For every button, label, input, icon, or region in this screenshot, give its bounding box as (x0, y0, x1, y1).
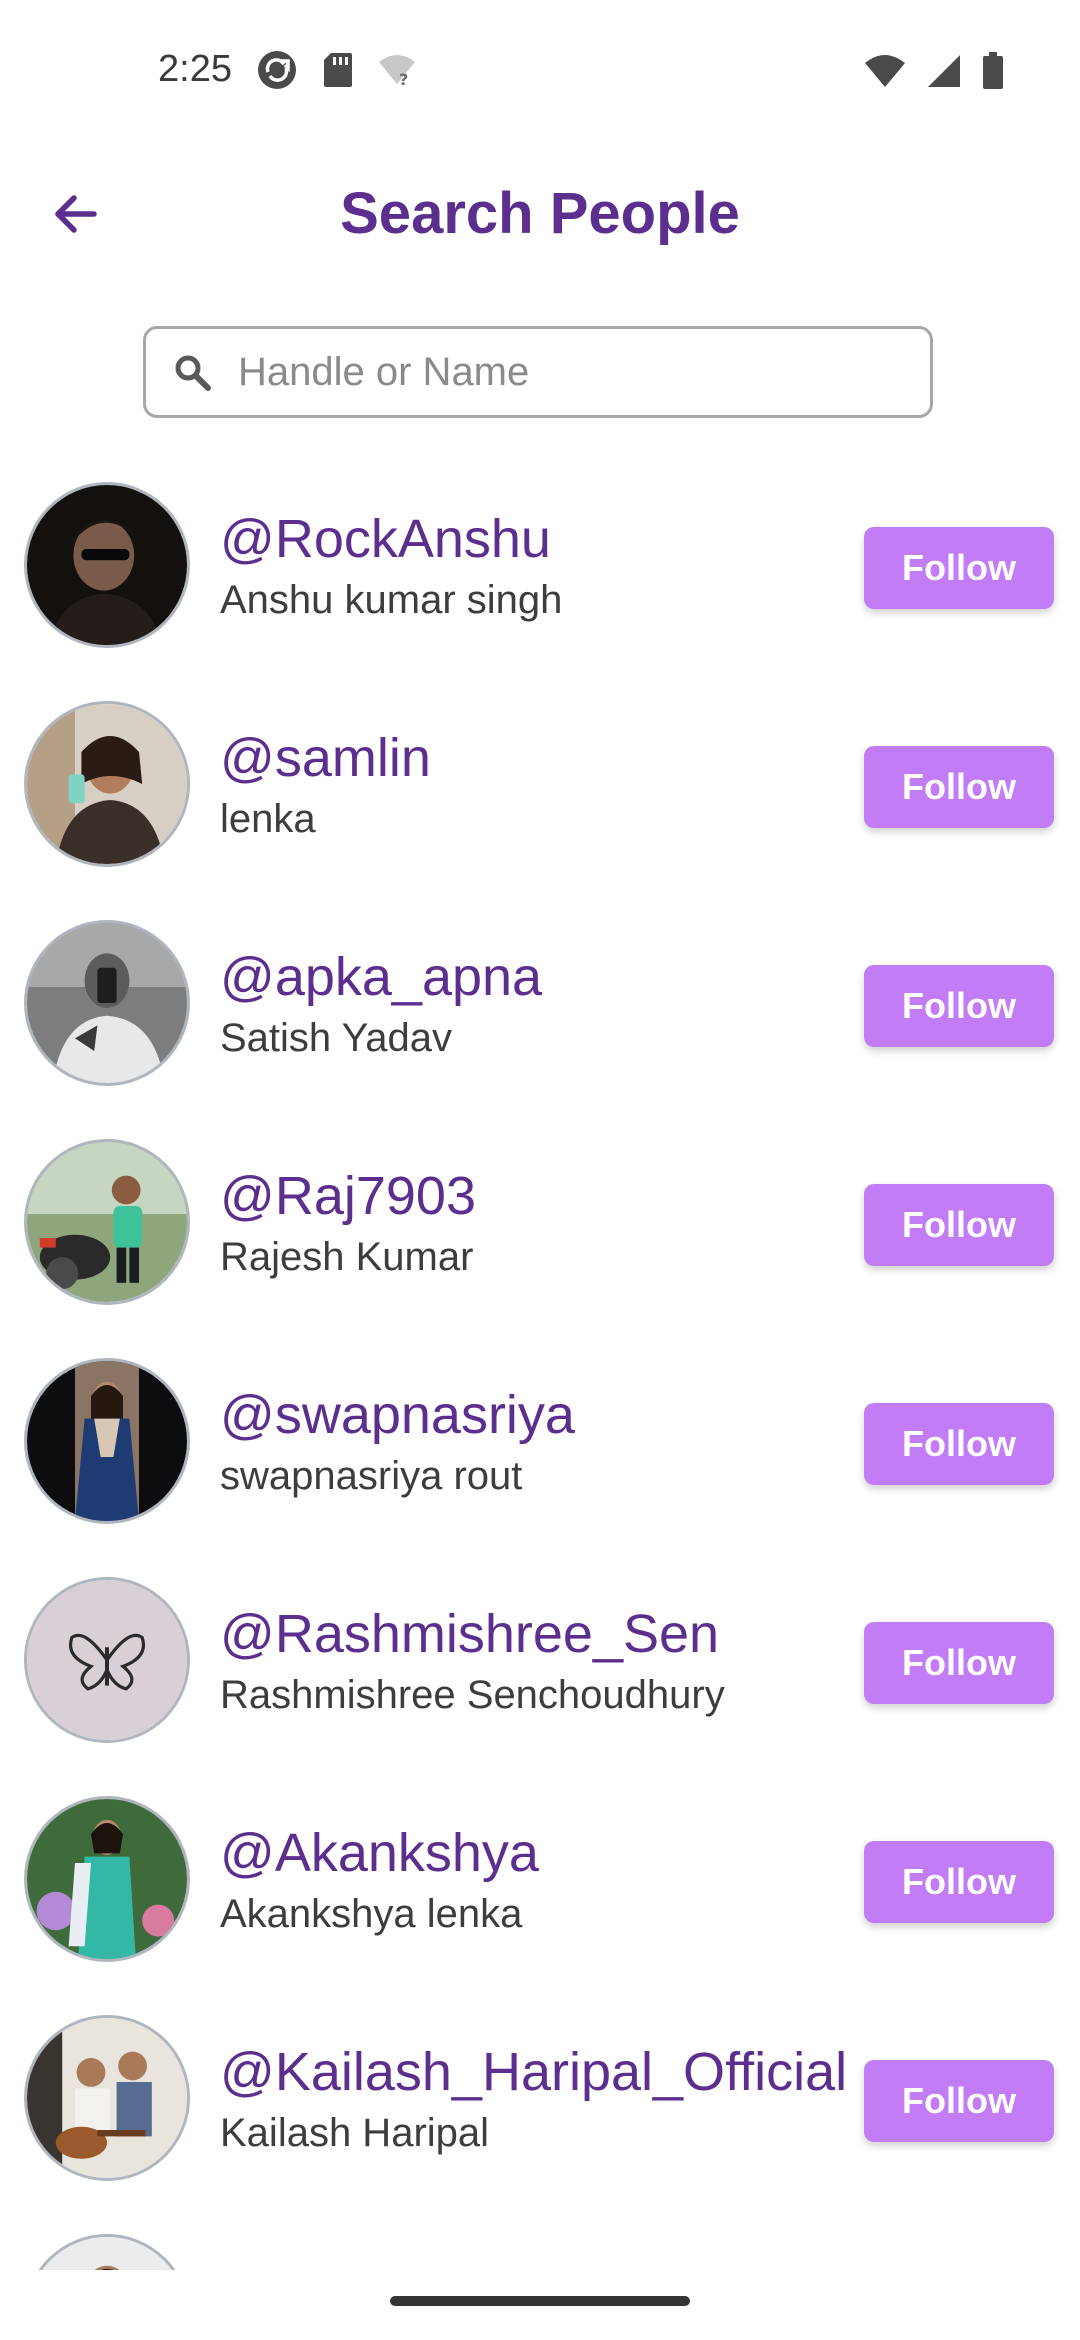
battery-icon (982, 52, 1004, 95)
follow-button[interactable]: Follow (864, 1841, 1054, 1923)
list-item[interactable]: @RockAnshu Anshu kumar singh Follow (0, 470, 1080, 689)
follow-button[interactable]: Follow (864, 1184, 1054, 1266)
app-bar: Search People (0, 140, 1080, 290)
wifi-question-icon: ? (377, 52, 417, 93)
list-item[interactable] (0, 2222, 1080, 2270)
user-handle: @Akankshya (220, 1823, 539, 1883)
status-bar: 2:25 ? (0, 0, 1080, 140)
user-handle: @samlin (220, 728, 431, 788)
follow-button[interactable]: Follow (864, 2060, 1054, 2142)
avatar[interactable] (24, 1139, 190, 1305)
follow-button[interactable]: Follow (864, 1403, 1054, 1485)
avatar[interactable] (24, 1358, 190, 1524)
status-time: 2:25 (158, 48, 232, 90)
list-item[interactable]: @samlin lenka Follow (0, 689, 1080, 908)
user-name: lenka (220, 797, 316, 841)
user-handle: @Raj7903 (220, 1166, 476, 1226)
avatar[interactable] (24, 920, 190, 1086)
search-box[interactable] (143, 326, 933, 418)
user-name: swapnasriya rout (220, 1454, 523, 1498)
home-indicator[interactable] (390, 2296, 690, 2306)
signal-icon (926, 53, 962, 94)
wifi-icon (864, 53, 906, 94)
user-handle: @swapnasriya (220, 1385, 575, 1445)
list-item[interactable]: @Rashmishree_Sen Rashmishree Senchoudhur… (0, 1565, 1080, 1784)
user-name: Rashmishree Senchoudhury (220, 1673, 725, 1717)
user-name: Rajesh Kumar (220, 1235, 474, 1279)
follow-button[interactable]: Follow (864, 746, 1054, 828)
avatar[interactable] (24, 1796, 190, 1962)
user-name: Kailash Haripal (220, 2111, 490, 2155)
search-icon (170, 350, 214, 394)
user-handle: @apka_apna (220, 947, 543, 1007)
list-item[interactable]: @Kailash_Haripal_Official Kailash Haripa… (0, 2003, 1080, 2222)
user-handle: @Rashmishree_Sen (220, 1604, 720, 1664)
people-list[interactable]: @RockAnshu Anshu kumar singh Follow @sam… (0, 470, 1080, 2270)
svg-text:?: ? (399, 70, 408, 88)
user-handle: @Kailash_Haripal_Official (220, 2042, 848, 2102)
list-item[interactable]: @swapnasriya swapnasriya rout Follow (0, 1346, 1080, 1565)
sync-icon (255, 48, 299, 97)
list-item[interactable]: @apka_apna Satish Yadav Follow (0, 908, 1080, 1127)
follow-button[interactable]: Follow (864, 527, 1054, 609)
user-name: Anshu kumar singh (220, 578, 563, 622)
user-name: Akankshya lenka (220, 1892, 523, 1936)
list-item[interactable]: @Akankshya Akankshya lenka Follow (0, 1784, 1080, 2003)
avatar[interactable] (24, 2234, 190, 2270)
avatar[interactable] (24, 2015, 190, 2181)
follow-button[interactable]: Follow (864, 1622, 1054, 1704)
follow-button[interactable]: Follow (864, 965, 1054, 1047)
search-input[interactable] (236, 348, 930, 396)
list-item[interactable]: @Raj7903 Rajesh Kumar Follow (0, 1127, 1080, 1346)
avatar[interactable] (24, 701, 190, 867)
avatar[interactable] (24, 1577, 190, 1743)
page-title: Search People (340, 181, 740, 246)
sd-card-icon (323, 51, 353, 94)
user-handle: @RockAnshu (220, 509, 551, 569)
avatar[interactable] (24, 482, 190, 648)
user-name: Satish Yadav (220, 1016, 453, 1060)
